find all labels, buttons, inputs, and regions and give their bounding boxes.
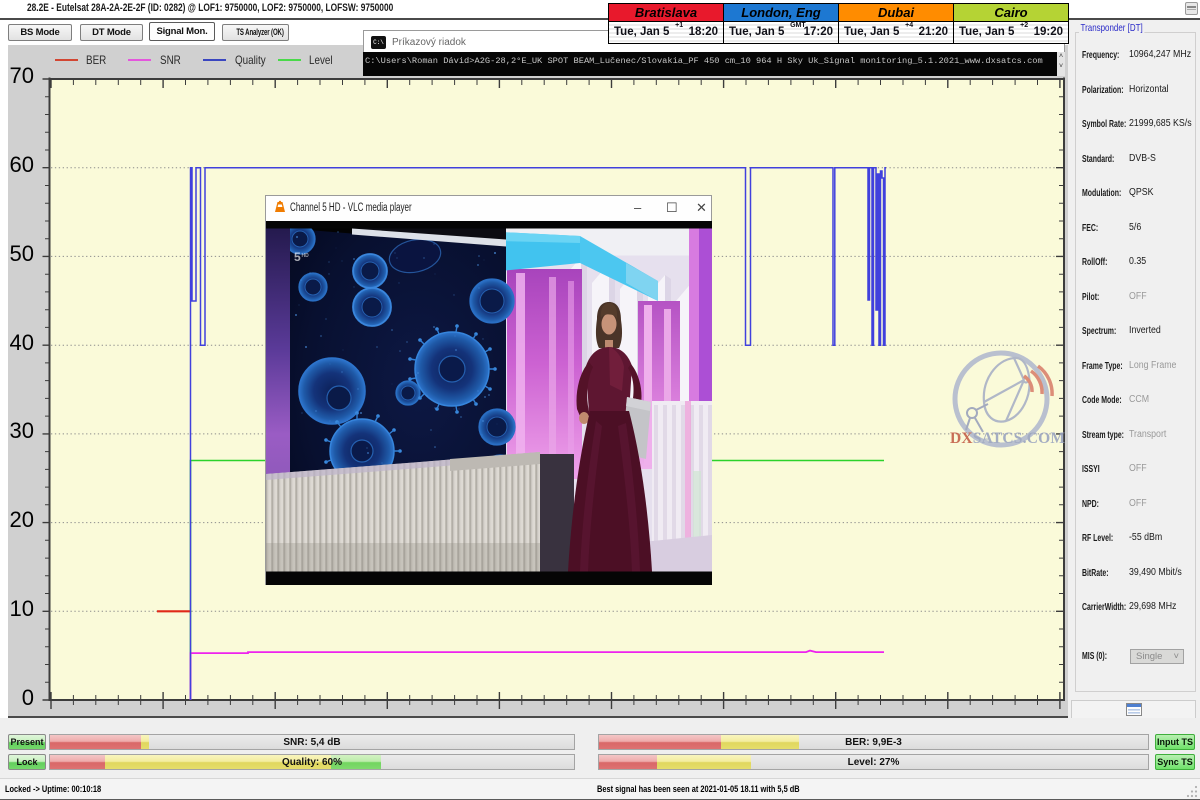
- svg-text:HD: HD: [302, 253, 310, 259]
- svg-text:DXSATCS.COM: DXSATCS.COM: [950, 430, 1065, 447]
- svg-text:5: 5: [294, 250, 301, 264]
